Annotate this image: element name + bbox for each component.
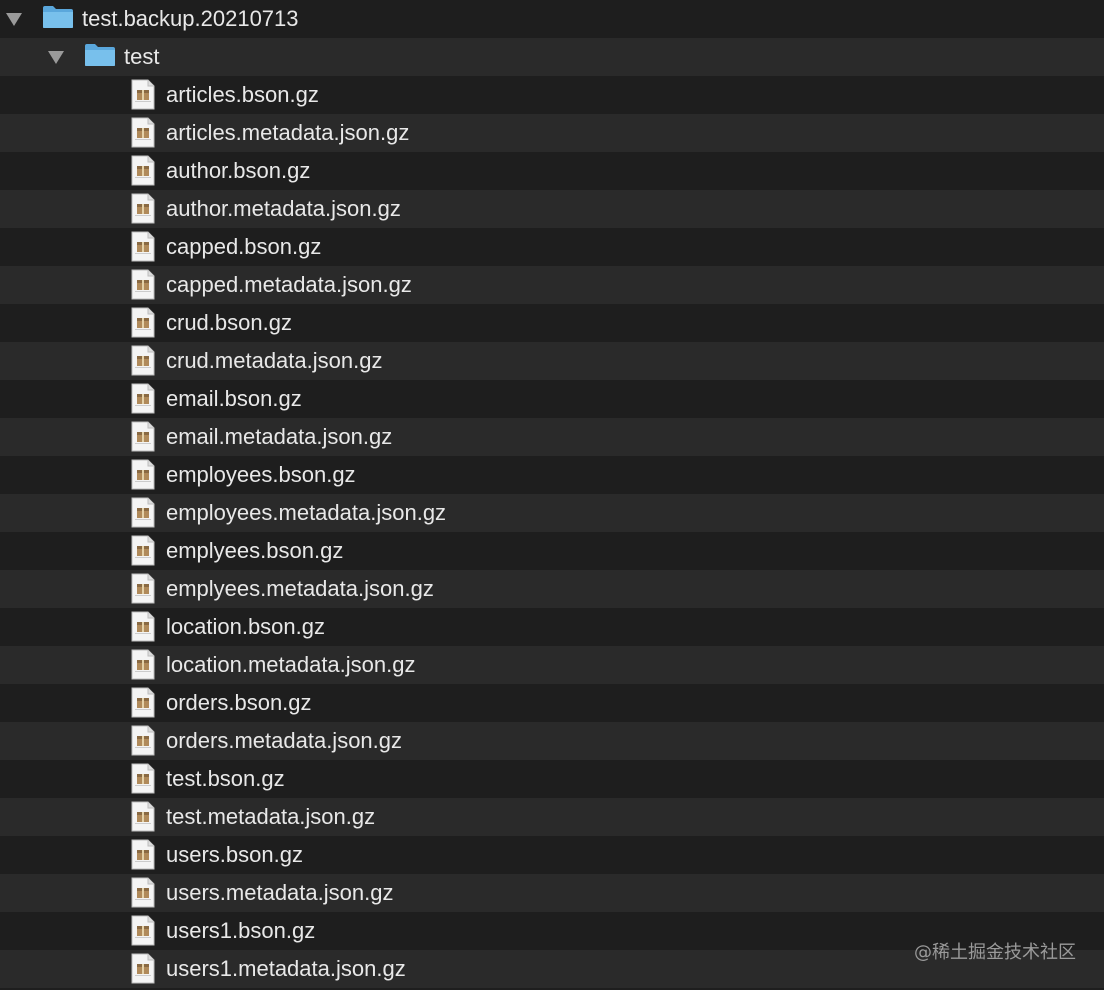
disclosure-triangle-down-icon[interactable]	[48, 51, 64, 64]
file-label: users1.bson.gz	[166, 918, 316, 943]
file-label: test.metadata.json.gz	[166, 804, 376, 829]
file-row[interactable]: capped.bson.gz	[0, 228, 1104, 266]
archive-file-icon	[131, 649, 155, 680]
tree-row-root-folder[interactable]: test.backup.20210713	[0, 0, 1104, 38]
file-label: email.bson.gz	[166, 386, 302, 411]
file-row[interactable]: author.bson.gz	[0, 152, 1104, 190]
archive-file-icon	[131, 687, 155, 718]
file-row[interactable]: emplyees.bson.gz	[0, 532, 1104, 570]
folder-icon	[85, 44, 115, 66]
file-label: capped.metadata.json.gz	[166, 272, 412, 297]
archive-file-icon	[131, 193, 155, 224]
file-label: test.bson.gz	[166, 766, 285, 791]
file-row[interactable]: crud.metadata.json.gz	[0, 342, 1104, 380]
file-label: author.metadata.json.gz	[166, 196, 401, 221]
tree-row-child-folder[interactable]: test	[0, 38, 1104, 76]
file-label: location.bson.gz	[166, 614, 325, 639]
archive-file-icon	[131, 801, 155, 832]
file-label: emplyees.metadata.json.gz	[166, 576, 434, 601]
file-row[interactable]: users.bson.gz	[0, 836, 1104, 874]
root-folder-label: test.backup.20210713	[82, 6, 299, 31]
child-folder-label: test	[124, 44, 160, 69]
file-row[interactable]: articles.metadata.json.gz	[0, 114, 1104, 152]
file-tree: test.backup.20210713 test articles.bson.…	[0, 0, 1104, 990]
file-label: orders.metadata.json.gz	[166, 728, 403, 753]
file-label: users.metadata.json.gz	[166, 880, 394, 905]
archive-file-icon	[131, 497, 155, 528]
archive-file-icon	[131, 839, 155, 870]
archive-file-icon	[131, 459, 155, 490]
file-row[interactable]: employees.metadata.json.gz	[0, 494, 1104, 532]
file-label: employees.metadata.json.gz	[166, 500, 447, 525]
file-label: capped.bson.gz	[166, 234, 322, 259]
file-label: crud.metadata.json.gz	[166, 348, 383, 373]
file-row[interactable]: emplyees.metadata.json.gz	[0, 570, 1104, 608]
archive-file-icon	[131, 155, 155, 186]
disclosure-triangle-down-icon[interactable]	[6, 13, 22, 26]
archive-file-icon	[131, 117, 155, 148]
file-label: users.bson.gz	[166, 842, 303, 867]
file-label: location.metadata.json.gz	[166, 652, 416, 677]
file-label: email.metadata.json.gz	[166, 424, 393, 449]
archive-file-icon	[131, 269, 155, 300]
file-row[interactable]: articles.bson.gz	[0, 76, 1104, 114]
file-label: author.bson.gz	[166, 158, 311, 183]
file-row[interactable]: location.bson.gz	[0, 608, 1104, 646]
file-label: crud.bson.gz	[166, 310, 292, 335]
archive-file-icon	[131, 307, 155, 338]
file-row[interactable]: employees.bson.gz	[0, 456, 1104, 494]
file-row[interactable]: location.metadata.json.gz	[0, 646, 1104, 684]
file-row[interactable]: orders.bson.gz	[0, 684, 1104, 722]
archive-file-icon	[131, 725, 155, 756]
archive-file-icon	[131, 763, 155, 794]
archive-file-icon	[131, 421, 155, 452]
file-label: users1.metadata.json.gz	[166, 956, 406, 981]
file-label: emplyees.bson.gz	[166, 538, 344, 563]
archive-file-icon	[131, 915, 155, 946]
file-row[interactable]: email.metadata.json.gz	[0, 418, 1104, 456]
folder-icon	[43, 6, 73, 28]
file-row[interactable]: author.metadata.json.gz	[0, 190, 1104, 228]
file-row[interactable]: email.bson.gz	[0, 380, 1104, 418]
archive-file-icon	[131, 383, 155, 414]
archive-file-icon	[131, 79, 155, 110]
archive-file-icon	[131, 231, 155, 262]
file-row[interactable]: orders.metadata.json.gz	[0, 722, 1104, 760]
archive-file-icon	[131, 573, 155, 604]
file-row[interactable]: users.metadata.json.gz	[0, 874, 1104, 912]
watermark-text: @稀土掘金技术社区	[914, 942, 1076, 963]
archive-file-icon	[131, 535, 155, 566]
archive-file-icon	[131, 877, 155, 908]
file-row[interactable]: test.bson.gz	[0, 760, 1104, 798]
file-label: articles.bson.gz	[166, 82, 319, 107]
file-row[interactable]: test.metadata.json.gz	[0, 798, 1104, 836]
file-label: articles.metadata.json.gz	[166, 120, 410, 145]
archive-file-icon	[131, 345, 155, 376]
file-row[interactable]: capped.metadata.json.gz	[0, 266, 1104, 304]
file-row[interactable]: crud.bson.gz	[0, 304, 1104, 342]
file-label: orders.bson.gz	[166, 690, 312, 715]
archive-file-icon	[131, 611, 155, 642]
archive-file-icon	[131, 953, 155, 984]
file-label: employees.bson.gz	[166, 462, 356, 487]
